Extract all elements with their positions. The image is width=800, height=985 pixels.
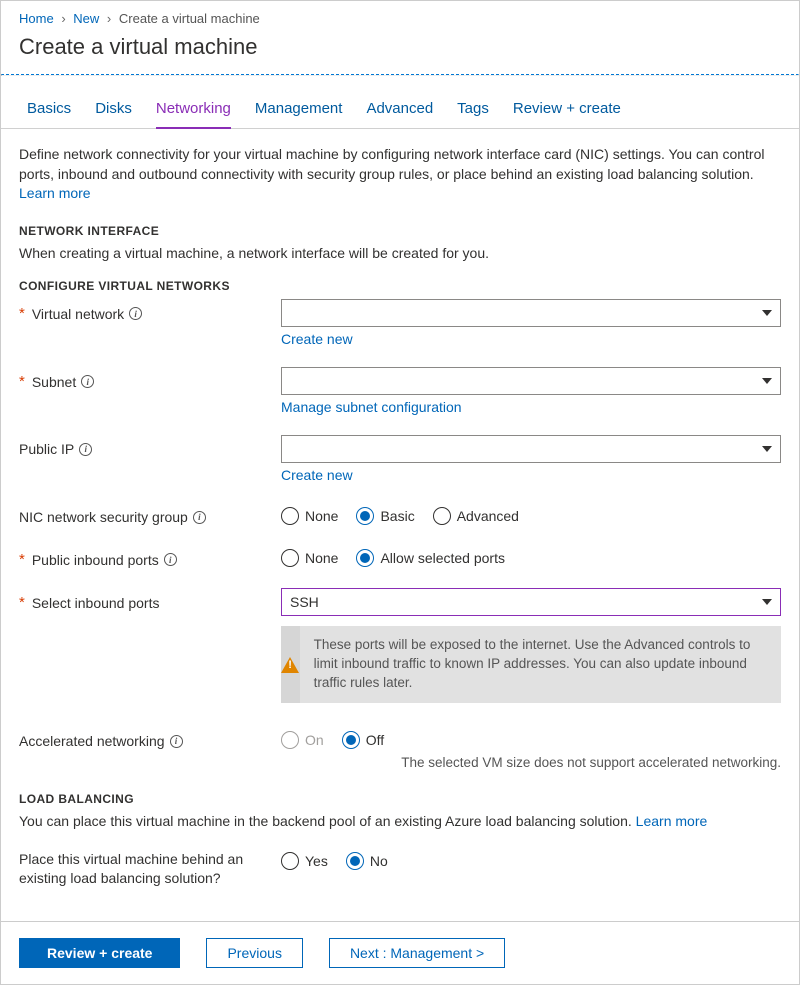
lb-sub: You can place this virtual machine in th… xyxy=(19,812,781,832)
chevron-down-icon xyxy=(762,310,772,316)
breadcrumb-current: Create a virtual machine xyxy=(119,11,260,26)
breadcrumb: Home › New › Create a virtual machine xyxy=(1,1,799,32)
chevron-right-icon: › xyxy=(107,11,111,26)
ports-warning: These ports will be exposed to the inter… xyxy=(281,626,781,703)
lb-radio-group: Yes No xyxy=(281,848,781,870)
tab-tags[interactable]: Tags xyxy=(457,100,489,128)
subnet-label: Subnet xyxy=(32,374,76,390)
subnet-select[interactable] xyxy=(281,367,781,395)
publicip-select[interactable] xyxy=(281,435,781,463)
chevron-down-icon xyxy=(762,446,772,452)
tab-advanced[interactable]: Advanced xyxy=(366,100,433,128)
nsg-radio-group: None Basic Advanced xyxy=(281,503,781,525)
footer: Review + create Previous Next : Manageme… xyxy=(1,921,799,984)
chevron-down-icon xyxy=(762,378,772,384)
info-icon[interactable]: i xyxy=(170,735,183,748)
vnet-select[interactable] xyxy=(281,299,781,327)
lb-no[interactable]: No xyxy=(346,852,388,870)
ports-warning-text: These ports will be exposed to the inter… xyxy=(300,626,781,703)
nsg-none[interactable]: None xyxy=(281,507,338,525)
info-icon[interactable]: i xyxy=(193,511,206,524)
page-title: Create a virtual machine xyxy=(1,32,799,74)
review-create-button[interactable]: Review + create xyxy=(19,938,180,968)
nsg-basic[interactable]: Basic xyxy=(356,507,414,525)
info-icon[interactable]: i xyxy=(129,307,142,320)
info-icon[interactable]: i xyxy=(79,443,92,456)
info-icon[interactable]: i xyxy=(164,553,177,566)
nsg-label: NIC network security group xyxy=(19,509,188,525)
subnet-manage[interactable]: Manage subnet configuration xyxy=(281,399,462,415)
publicip-label: Public IP xyxy=(19,441,74,457)
chevron-down-icon xyxy=(762,599,772,605)
nsg-advanced[interactable]: Advanced xyxy=(433,507,519,525)
breadcrumb-new[interactable]: New xyxy=(73,11,99,26)
accelnet-off[interactable]: Off xyxy=(342,731,384,749)
accelnet-label: Accelerated networking xyxy=(19,733,165,749)
breadcrumb-home[interactable]: Home xyxy=(19,11,54,26)
required-icon: * xyxy=(19,305,25,322)
network-interface-sub: When creating a virtual machine, a netwo… xyxy=(19,244,781,264)
inbound-ports-label: Public inbound ports xyxy=(32,552,159,568)
intro-text: Define network connectivity for your vir… xyxy=(19,145,781,204)
publicip-create-new[interactable]: Create new xyxy=(281,467,353,483)
info-icon[interactable]: i xyxy=(81,375,94,388)
accelnet-radio-group: On Off xyxy=(281,727,781,749)
tab-disks[interactable]: Disks xyxy=(95,100,132,128)
required-icon: * xyxy=(19,373,25,390)
next-button[interactable]: Next : Management > xyxy=(329,938,505,968)
section-load-balancing: LOAD BALANCING xyxy=(19,792,781,806)
lb-question-label: Place this virtual machine behind an exi… xyxy=(19,850,281,889)
tab-review[interactable]: Review + create xyxy=(513,100,621,128)
lb-learn-more[interactable]: Learn more xyxy=(636,813,708,829)
previous-button[interactable]: Previous xyxy=(206,938,302,968)
required-icon: * xyxy=(19,594,25,611)
vnet-create-new[interactable]: Create new xyxy=(281,331,353,347)
tab-networking[interactable]: Networking xyxy=(156,100,231,129)
tabs: Basics Disks Networking Management Advan… xyxy=(1,76,799,129)
select-ports-dropdown[interactable]: SSH xyxy=(281,588,781,616)
tab-management[interactable]: Management xyxy=(255,100,343,128)
required-icon: * xyxy=(19,551,25,568)
lb-yes[interactable]: Yes xyxy=(281,852,328,870)
accelnet-note: The selected VM size does not support ac… xyxy=(281,755,781,770)
section-network-interface: NETWORK INTERFACE xyxy=(19,224,781,238)
vnet-label: Virtual network xyxy=(32,306,124,322)
section-configure-vn: CONFIGURE VIRTUAL NETWORKS xyxy=(19,279,781,293)
inbound-allow[interactable]: Allow selected ports xyxy=(356,549,505,567)
inbound-ports-radio-group: None Allow selected ports xyxy=(281,545,781,567)
inbound-none[interactable]: None xyxy=(281,549,338,567)
select-ports-label: Select inbound ports xyxy=(32,595,160,611)
tab-basics[interactable]: Basics xyxy=(27,100,71,128)
chevron-right-icon: › xyxy=(61,11,65,26)
accelnet-on: On xyxy=(281,731,324,749)
warning-icon xyxy=(281,657,299,673)
learn-more-link[interactable]: Learn more xyxy=(19,185,91,201)
